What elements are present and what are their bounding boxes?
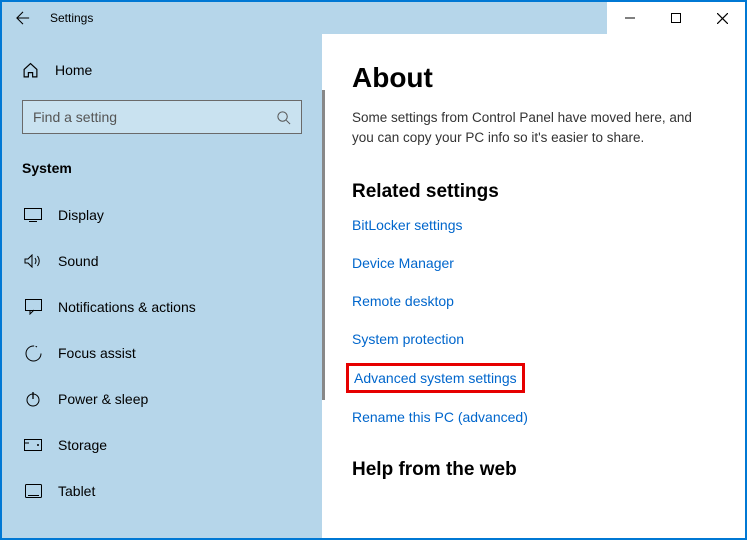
page-title: About (352, 62, 719, 94)
home-icon (22, 62, 39, 79)
settings-window: Settings Home (0, 0, 747, 540)
link-remote-desktop[interactable]: Remote desktop (352, 293, 719, 309)
sidebar-item-power-sleep[interactable]: Power & sleep (22, 378, 302, 420)
storage-icon (24, 439, 42, 451)
link-advanced-system-settings[interactable]: Advanced system settings (352, 369, 519, 387)
link-bitlocker-settings[interactable]: BitLocker settings (352, 217, 719, 233)
nav-label: Storage (58, 437, 107, 453)
nav-label: Notifications & actions (58, 299, 196, 315)
home-nav[interactable]: Home (22, 52, 302, 88)
link-device-manager[interactable]: Device Manager (352, 255, 719, 271)
category-label: System (22, 160, 302, 176)
sidebar: Home System Display Sound Notifications … (2, 34, 322, 538)
power-icon (24, 391, 42, 407)
back-arrow-icon (16, 11, 30, 25)
help-from-web-heading: Help from the web (352, 459, 719, 481)
nav-label: Sound (58, 253, 98, 269)
maximize-icon (671, 13, 681, 23)
close-icon (717, 13, 728, 24)
sound-icon (24, 254, 42, 268)
page-description: Some settings from Control Panel have mo… (352, 108, 712, 147)
maximize-button[interactable] (653, 2, 699, 34)
sidebar-item-display[interactable]: Display (22, 194, 302, 236)
focus-assist-icon (24, 345, 42, 362)
link-system-protection[interactable]: System protection (352, 331, 719, 347)
nav-label: Tablet (58, 483, 95, 499)
tablet-icon (24, 484, 42, 498)
home-label: Home (55, 62, 92, 78)
search-icon (276, 110, 291, 125)
nav-label: Focus assist (58, 345, 136, 361)
back-button[interactable] (16, 11, 30, 25)
window-title: Settings (50, 11, 93, 25)
link-rename-this-pc[interactable]: Rename this PC (advanced) (352, 409, 719, 425)
search-input[interactable] (33, 109, 276, 125)
sidebar-item-tablet[interactable]: Tablet (22, 470, 302, 512)
sidebar-item-notifications[interactable]: Notifications & actions (22, 286, 302, 328)
search-box[interactable] (22, 100, 302, 134)
minimize-icon (625, 13, 635, 23)
scroll-indicator[interactable] (322, 90, 325, 400)
notifications-icon (24, 299, 42, 315)
close-button[interactable] (699, 2, 745, 34)
nav-label: Display (58, 207, 104, 223)
main-content: About Some settings from Control Panel h… (322, 34, 745, 538)
sidebar-item-focus-assist[interactable]: Focus assist (22, 332, 302, 374)
display-icon (24, 208, 42, 222)
window-controls (607, 2, 745, 34)
related-settings-heading: Related settings (352, 181, 719, 203)
minimize-button[interactable] (607, 2, 653, 34)
sidebar-item-storage[interactable]: Storage (22, 424, 302, 466)
titlebar: Settings (2, 2, 745, 34)
sidebar-item-sound[interactable]: Sound (22, 240, 302, 282)
nav-label: Power & sleep (58, 391, 148, 407)
